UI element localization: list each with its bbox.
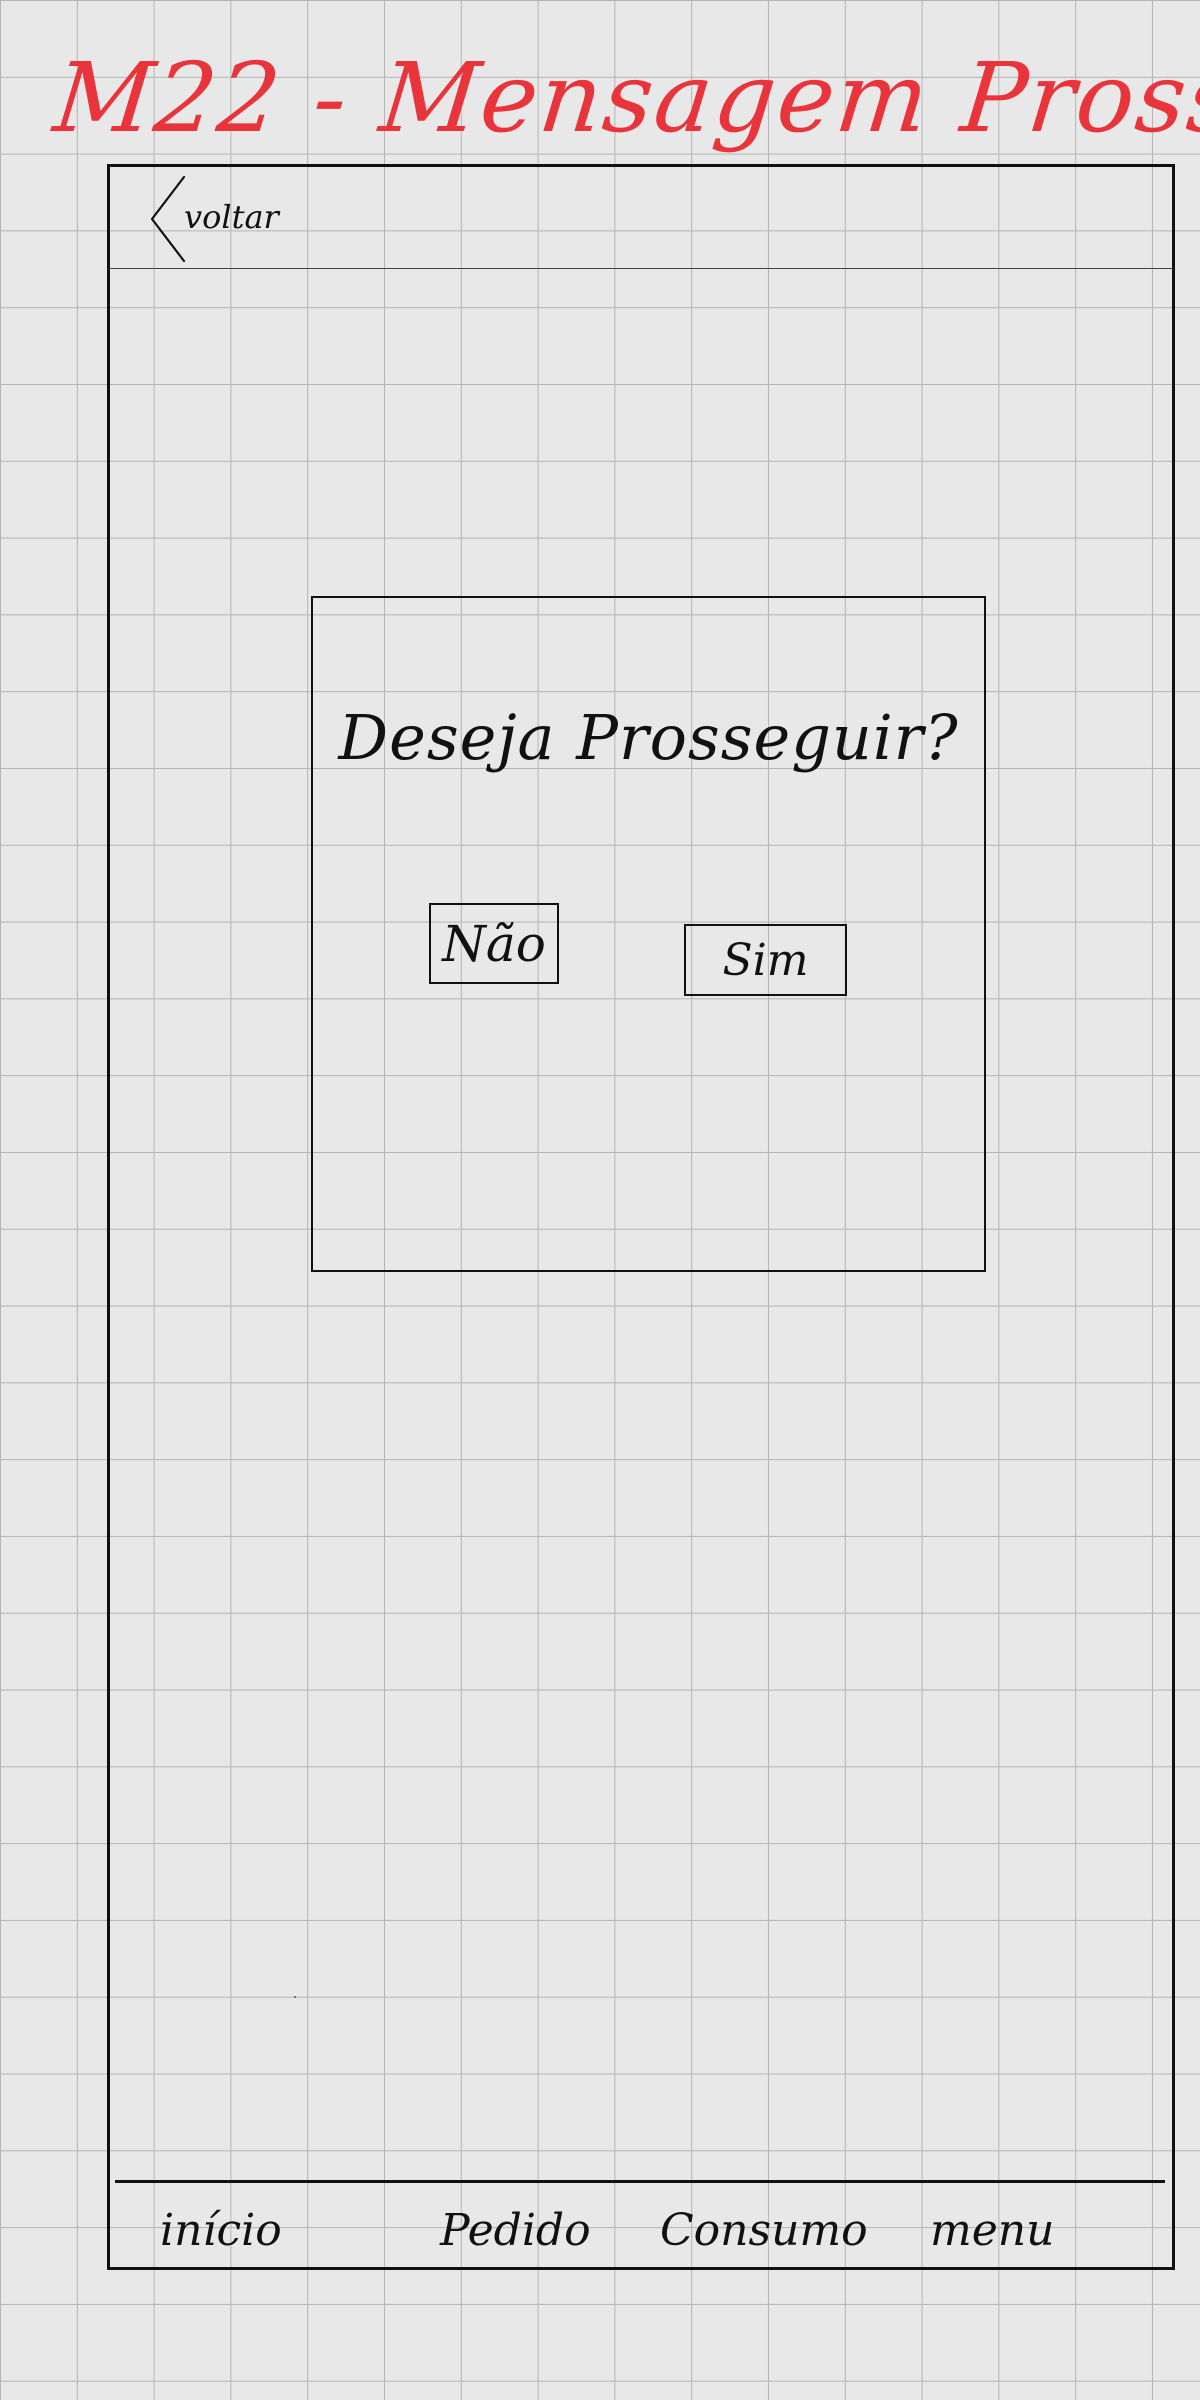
sketch-title: M22 - Mensagem Prosseguir xyxy=(49,42,1200,154)
yes-button[interactable]: Sim xyxy=(684,924,847,996)
bottom-nav-divider xyxy=(115,2180,1165,2183)
nav-item-pedido[interactable]: Pedido xyxy=(440,2201,591,2261)
phone-frame: voltar Deseja Prosseguir? Não Sim início… xyxy=(107,164,1175,2270)
chevron-left-icon xyxy=(150,175,186,263)
confirm-dialog: Deseja Prosseguir? Não Sim xyxy=(311,596,986,1272)
nav-item-menu[interactable]: menu xyxy=(930,2201,1054,2261)
no-button[interactable]: Não xyxy=(429,903,559,984)
back-button[interactable]: voltar xyxy=(148,175,308,265)
bottom-nav: início Pedido Consumo menu xyxy=(110,2185,1172,2265)
stray-ink-dot xyxy=(294,1996,296,1998)
top-bar: voltar xyxy=(110,167,1172,269)
back-label: voltar xyxy=(184,198,279,236)
nav-item-consumo[interactable]: Consumo xyxy=(660,2201,868,2261)
nav-item-inicio[interactable]: início xyxy=(160,2201,282,2261)
dialog-question: Deseja Prosseguir? xyxy=(338,701,959,774)
